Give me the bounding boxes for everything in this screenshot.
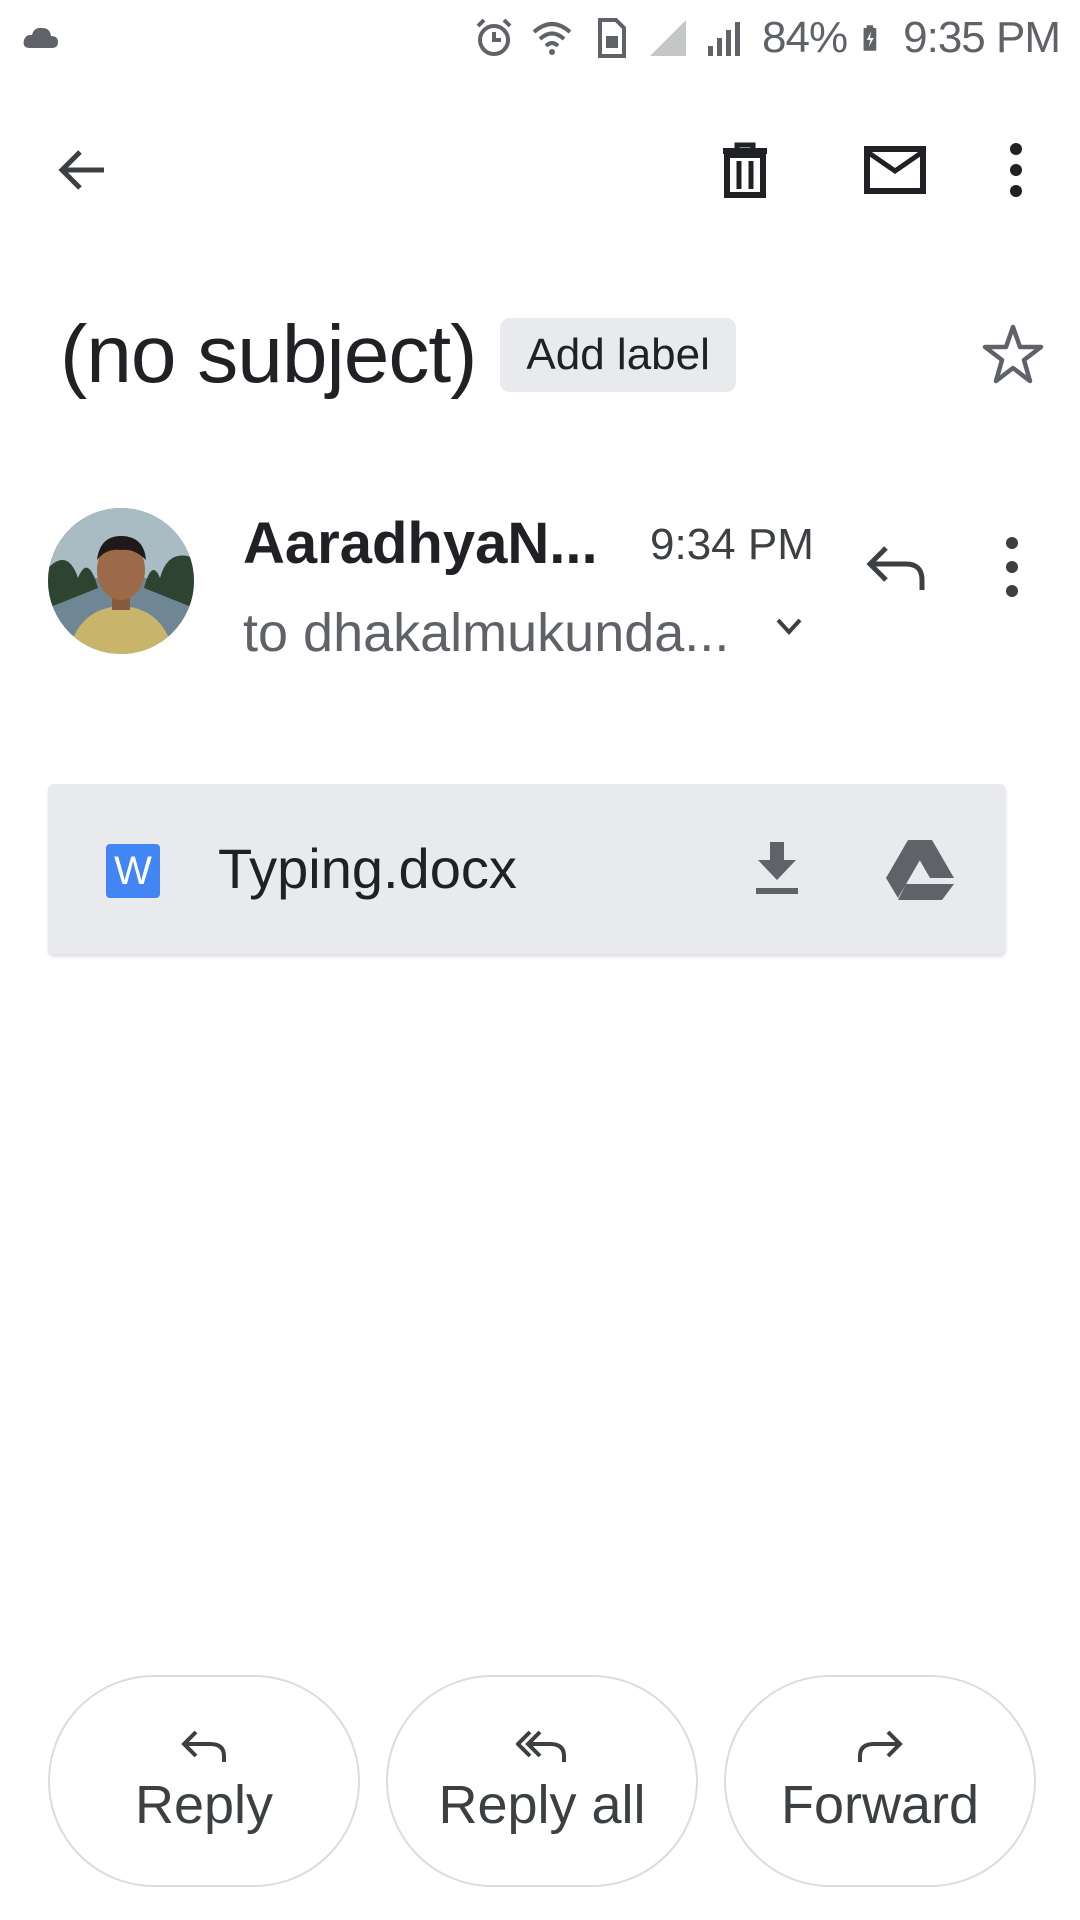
reply-all-button[interactable]: Reply all <box>386 1675 698 1887</box>
message-time: 9:34 PM <box>650 520 814 569</box>
recipient-line[interactable]: to dhakalmukunda... <box>243 602 729 664</box>
subject-row: (no subject) Add label <box>60 300 1080 410</box>
back-arrow-icon <box>58 150 104 190</box>
signal-icon <box>650 20 687 56</box>
sender-name: AaradhyaN... <box>243 511 598 576</box>
chevron-down-icon[interactable] <box>770 608 808 646</box>
attachment-card[interactable]: W Typing.docx <box>48 784 1006 954</box>
reply-icon <box>181 1730 226 1762</box>
add-label-chip[interactable]: Add label <box>500 318 736 392</box>
reply-all-icon <box>516 1730 566 1762</box>
forward-button[interactable]: Forward <box>724 1675 1036 1887</box>
cloud-icon <box>23 27 59 48</box>
status-bar: 84% 9:35 PM <box>0 0 1080 76</box>
back-button[interactable] <box>40 128 124 212</box>
forward-icon <box>858 1730 903 1762</box>
battery-charging-icon <box>863 25 877 51</box>
reply-label: Reply <box>134 1775 274 1835</box>
more-vert-icon <box>1010 143 1022 197</box>
battery-percent: 84% <box>762 13 848 62</box>
status-time: 9:35 PM <box>903 13 1061 62</box>
mail-icon <box>864 146 926 194</box>
download-icon[interactable] <box>752 840 802 896</box>
attachment-filename: Typing.docx <box>218 837 517 900</box>
reply-icon[interactable] <box>864 540 928 598</box>
sim-icon <box>598 18 627 58</box>
message-more-icon[interactable] <box>1000 536 1024 598</box>
more-options-button[interactable] <box>996 130 1036 210</box>
star-icon[interactable] <box>980 322 1046 388</box>
google-drive-icon[interactable] <box>886 838 954 900</box>
avatar-photo <box>48 508 194 654</box>
mark-unread-button[interactable] <box>850 130 940 210</box>
reply-button[interactable]: Reply <box>48 1675 360 1887</box>
signal-bars-icon <box>708 22 741 56</box>
trash-icon <box>723 142 767 198</box>
email-subject: (no subject) <box>60 309 477 400</box>
email-view-screen: 84% 9:35 PM (no subject) Add label Aarad… <box>0 0 1080 1920</box>
alarm-icon <box>476 18 512 56</box>
forward-label: Forward <box>780 1775 980 1835</box>
sender-avatar[interactable] <box>48 508 194 654</box>
word-doc-icon: W <box>106 844 160 898</box>
app-bar <box>0 110 1080 230</box>
delete-button[interactable] <box>705 130 785 210</box>
wifi-icon <box>532 22 572 55</box>
reply-all-label: Reply all <box>438 1775 646 1835</box>
